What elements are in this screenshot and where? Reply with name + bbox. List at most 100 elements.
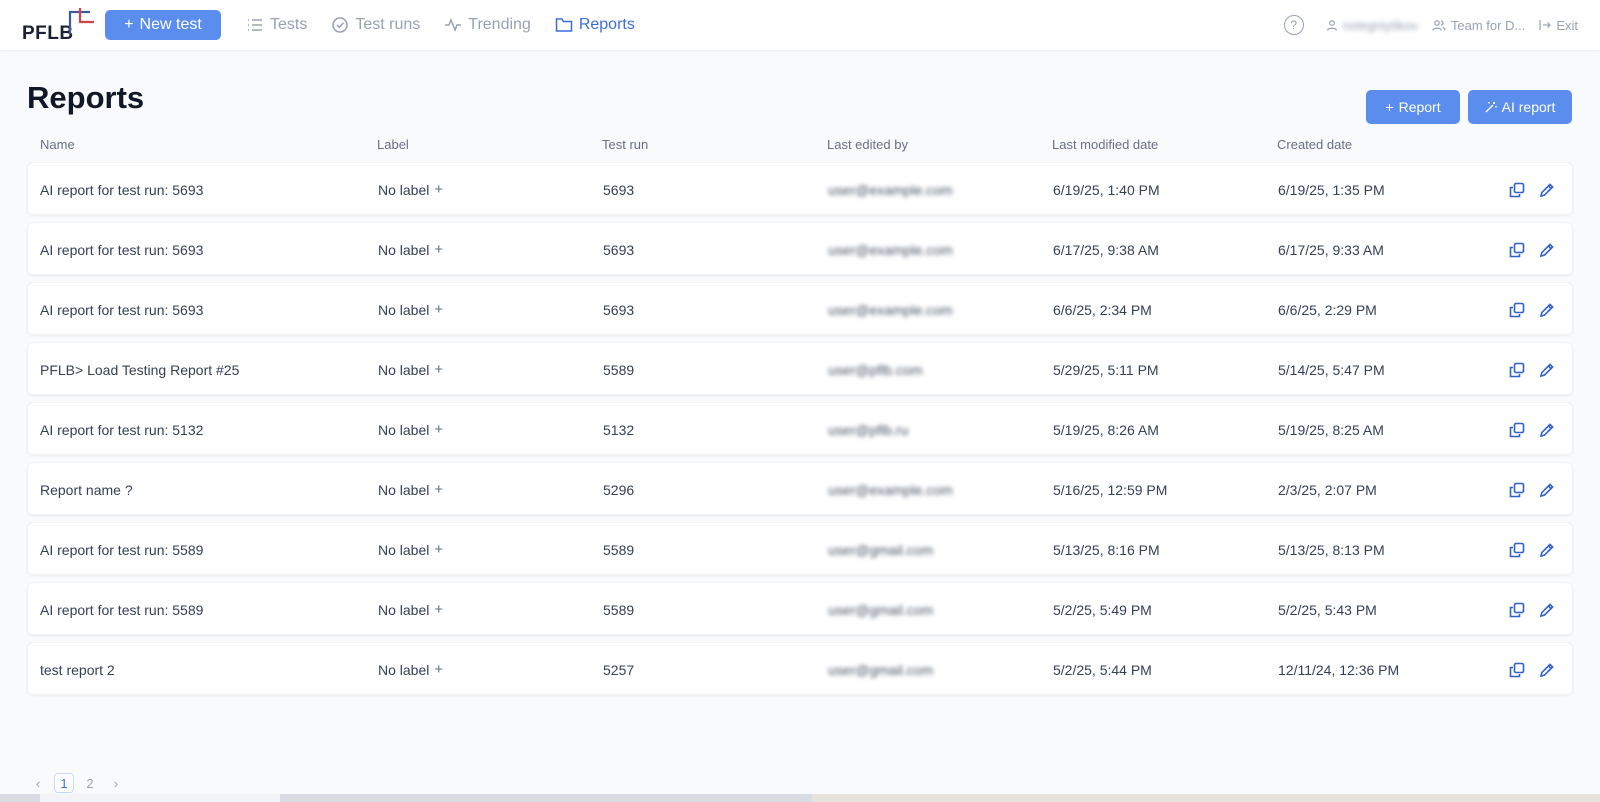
edit-pencil-icon[interactable]	[1538, 361, 1556, 379]
prev-page-chevron-icon[interactable]: ‹	[28, 773, 48, 793]
top-navigation-bar: PFLB + New test Tests Test runs Trending…	[0, 0, 1600, 50]
nav-label-test-runs: Test runs	[355, 16, 421, 33]
test-run-id[interactable]: 5589	[603, 583, 634, 636]
test-run-id[interactable]: 5257	[603, 643, 634, 696]
nav-item-reports[interactable]: Reports	[555, 16, 635, 34]
edit-pencil-icon[interactable]	[1538, 241, 1556, 259]
label-cell[interactable]: No label +	[378, 163, 443, 216]
add-label-icon[interactable]: +	[434, 241, 443, 258]
edit-pencil-icon[interactable]	[1538, 301, 1556, 319]
exit-button[interactable]: Exit	[1539, 18, 1578, 33]
report-name[interactable]: AI report for test run: 5589	[40, 583, 203, 636]
copy-icon[interactable]	[1508, 601, 1526, 619]
user-menu[interactable]: nstegniytikov	[1326, 18, 1418, 33]
page-1[interactable]: 1	[54, 773, 74, 793]
test-run-id[interactable]: 5693	[603, 283, 634, 336]
column-header-name[interactable]: Name	[40, 137, 75, 152]
last-modified-date: 6/17/25, 9:38 AM	[1053, 241, 1159, 258]
row-actions	[1508, 283, 1556, 336]
pflb-logo[interactable]: PFLB	[22, 8, 94, 44]
table-row[interactable]: AI report for test run: 5132 No label + …	[27, 402, 1573, 455]
row-actions	[1508, 223, 1556, 276]
add-label-icon[interactable]: +	[434, 661, 443, 678]
copy-icon[interactable]	[1508, 421, 1526, 439]
report-name[interactable]: AI report for test run: 5693	[40, 223, 203, 276]
copy-icon[interactable]	[1508, 361, 1526, 379]
add-label-icon[interactable]: +	[434, 181, 443, 198]
label-cell[interactable]: No label +	[378, 643, 443, 696]
column-header-test-run[interactable]: Test run	[602, 137, 648, 152]
page-2[interactable]: 2	[80, 773, 100, 793]
report-name[interactable]: AI report for test run: 5693	[40, 283, 203, 336]
column-header-label[interactable]: Label	[377, 137, 409, 152]
add-label-icon[interactable]: +	[434, 301, 443, 318]
last-edited-by: user@pflb.com	[828, 361, 923, 378]
table-row[interactable]: test report 2 No label + 5257 user@gmail…	[27, 642, 1573, 695]
copy-icon[interactable]	[1508, 241, 1526, 259]
label-cell[interactable]: No label +	[378, 223, 443, 276]
table-row[interactable]: Report name ? No label + 5296 user@examp…	[27, 462, 1573, 515]
label-cell[interactable]: No label +	[378, 583, 443, 636]
report-name[interactable]: AI report for test run: 5693	[40, 163, 203, 216]
table-row[interactable]: AI report for test run: 5693 No label + …	[27, 282, 1573, 335]
report-name[interactable]: AI report for test run: 5132	[40, 403, 203, 456]
label-cell[interactable]: No label +	[378, 523, 443, 576]
table-row[interactable]: AI report for test run: 5693 No label + …	[27, 162, 1573, 215]
edit-pencil-icon[interactable]	[1538, 601, 1556, 619]
nav-label-reports: Reports	[578, 16, 635, 33]
add-label-icon[interactable]: +	[434, 601, 443, 618]
help-icon[interactable]: ?	[1283, 15, 1304, 35]
add-report-button[interactable]: + Report	[1366, 90, 1460, 124]
edit-pencil-icon[interactable]	[1538, 421, 1556, 439]
copy-icon[interactable]	[1508, 541, 1526, 559]
test-run-id[interactable]: 5693	[603, 163, 634, 216]
label-cell[interactable]: No label +	[378, 403, 443, 456]
nav-item-trending[interactable]: Trending	[444, 16, 531, 34]
nav-item-tests[interactable]: Tests	[246, 16, 307, 34]
user-name: nstegniytikov	[1342, 17, 1418, 33]
add-label-icon[interactable]: +	[434, 361, 443, 378]
report-name[interactable]: AI report for test run: 5589	[40, 523, 203, 576]
label-cell[interactable]: No label +	[378, 343, 443, 396]
edit-pencil-icon[interactable]	[1538, 541, 1556, 559]
edit-pencil-icon[interactable]	[1538, 661, 1556, 679]
add-label-icon[interactable]: +	[434, 421, 443, 438]
report-name[interactable]: test report 2	[40, 643, 115, 696]
copy-icon[interactable]	[1508, 301, 1526, 319]
test-run-id[interactable]: 5693	[603, 223, 634, 276]
next-page-chevron-icon[interactable]: ›	[106, 773, 126, 793]
created-date: 2/3/25, 2:07 PM	[1278, 481, 1377, 498]
last-modified-date: 5/13/25, 8:16 PM	[1053, 541, 1160, 558]
test-run-id[interactable]: 5589	[603, 343, 634, 396]
taskbar-search[interactable]	[40, 794, 280, 802]
add-label-icon[interactable]: +	[434, 541, 443, 558]
table-row[interactable]: AI report for test run: 5589 No label + …	[27, 582, 1573, 635]
copy-icon[interactable]	[1508, 661, 1526, 679]
test-run-id[interactable]: 5132	[603, 403, 634, 456]
ai-report-button[interactable]: AI report	[1468, 90, 1572, 124]
nav-label-trending: Trending	[468, 16, 531, 33]
created-date: 5/13/25, 8:13 PM	[1278, 541, 1385, 558]
edit-pencil-icon[interactable]	[1538, 181, 1556, 199]
report-name[interactable]: Report name ?	[40, 463, 133, 516]
report-name[interactable]: PFLB> Load Testing Report #25	[40, 343, 239, 396]
copy-icon[interactable]	[1508, 481, 1526, 499]
team-selector[interactable]: Team for D...	[1432, 18, 1525, 33]
add-label-icon[interactable]: +	[434, 481, 443, 498]
label-cell[interactable]: No label +	[378, 463, 443, 516]
test-run-id[interactable]: 5296	[603, 463, 634, 516]
table-row[interactable]: AI report for test run: 5693 No label + …	[27, 222, 1573, 275]
edit-pencil-icon[interactable]	[1538, 481, 1556, 499]
nav-item-test-runs[interactable]: Test runs	[331, 16, 420, 34]
table-row[interactable]: AI report for test run: 5589 No label + …	[27, 522, 1573, 575]
column-header-created-date[interactable]: Created date	[1277, 137, 1352, 152]
column-header-last-modified-date[interactable]: Last modified date	[1052, 137, 1158, 152]
test-run-id[interactable]: 5589	[603, 523, 634, 576]
column-header-last-edited-by[interactable]: Last edited by	[827, 137, 908, 152]
label-cell[interactable]: No label +	[378, 283, 443, 336]
last-modified-date: 6/6/25, 2:34 PM	[1053, 301, 1152, 318]
copy-icon[interactable]	[1508, 181, 1526, 199]
new-test-button[interactable]: + New test	[105, 10, 221, 40]
table-row[interactable]: PFLB> Load Testing Report #25 No label +…	[27, 342, 1573, 395]
last-modified-date: 5/19/25, 8:26 AM	[1053, 421, 1159, 438]
